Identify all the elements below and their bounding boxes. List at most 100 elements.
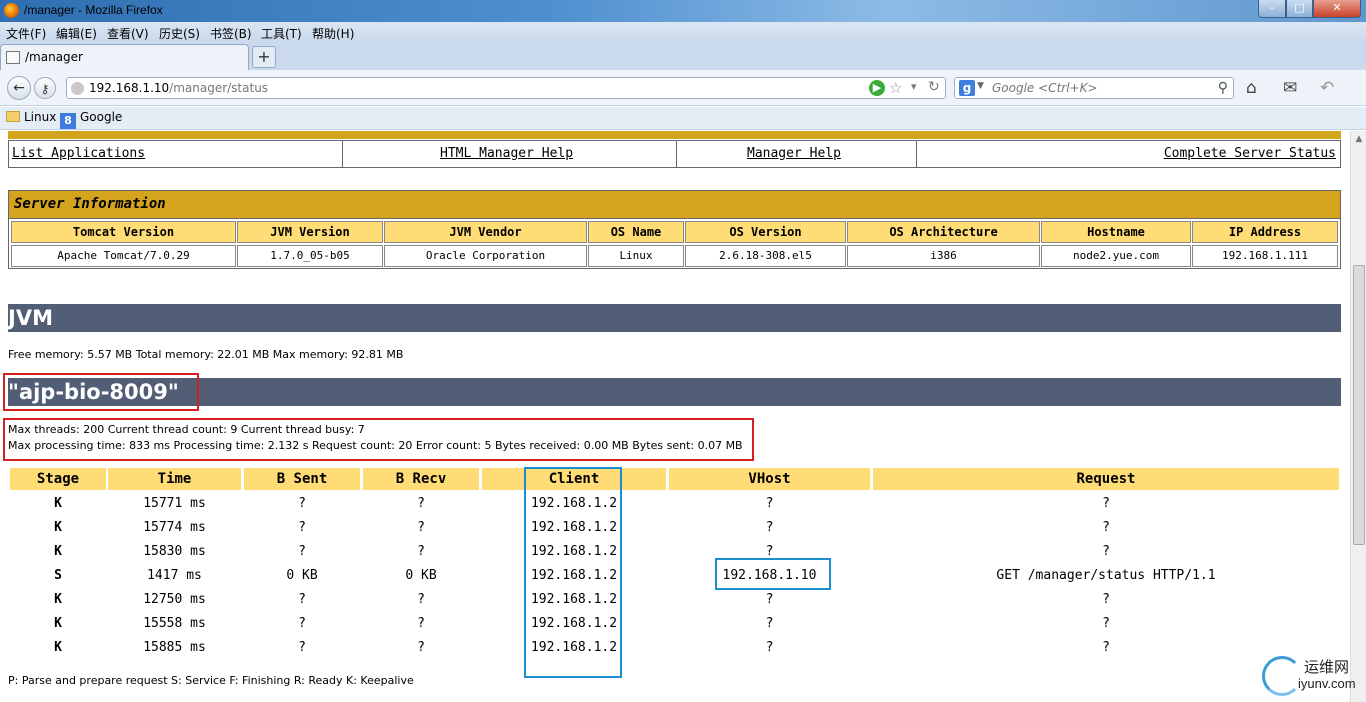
- menu-history[interactable]: 历史(S): [159, 25, 200, 42]
- bookmark-star-icon[interactable]: ☆: [889, 79, 902, 97]
- engine-dropdown-icon[interactable]: ▼: [977, 81, 984, 91]
- cell-b-sent: ?: [298, 496, 306, 511]
- url-host: 192.168.1.10: [89, 81, 170, 95]
- annotation-red-box: [3, 373, 199, 411]
- watermark-cn-text: 运维网: [1304, 658, 1350, 676]
- maximize-button[interactable]: □: [1286, 0, 1313, 18]
- header-stage: Stage: [10, 468, 106, 490]
- search-icon[interactable]: ⚲: [1218, 80, 1228, 96]
- search-placeholder[interactable]: Google <Ctrl+K>: [992, 81, 1098, 95]
- cell-vhost: ?: [765, 616, 774, 631]
- search-bar[interactable]: g ▼ Google <Ctrl+K> ⚲: [954, 77, 1234, 99]
- watermark-logo: 运维网 iyunv.com: [1262, 654, 1366, 702]
- table-row: K 12750 ms?? 192.168.1.2??: [10, 588, 1340, 612]
- cell-b-sent: 0 KB: [286, 568, 318, 583]
- cell-vhost: ?: [765, 640, 774, 655]
- cell-b-recv: ?: [417, 496, 425, 511]
- tab-label: /manager: [25, 50, 83, 64]
- cell-b-sent: ?: [298, 520, 306, 535]
- value-hostname: node2.yue.com: [1041, 245, 1191, 267]
- reload-icon[interactable]: ↻: [928, 79, 940, 95]
- google-icon[interactable]: g: [959, 80, 975, 96]
- table-row: K 15830 ms?? 192.168.1.2??: [10, 540, 1340, 564]
- table-row: K 15885 ms?? 192.168.1.2??: [10, 636, 1340, 660]
- cell-b-sent: ?: [298, 592, 306, 607]
- cell-stage: K: [54, 520, 62, 535]
- stage-legend-text: P: Parse and prepare request S: Service …: [8, 674, 414, 687]
- header-jvm-vendor: JVM Vendor: [384, 221, 587, 243]
- table-row: K 15774 ms?? 192.168.1.2??: [10, 516, 1340, 540]
- nav-cell: Complete Server Status: [917, 141, 1340, 167]
- new-tab-button[interactable]: +: [252, 46, 276, 68]
- tab-manager[interactable]: /manager: [0, 44, 249, 70]
- table-row: S 1417 ms 0 KB 0 KB 192.168.1.2 192.168.1.10 G…: [10, 564, 1340, 588]
- window-title: /manager - Mozilla Firefox: [24, 3, 163, 17]
- firefox-icon: [4, 3, 19, 18]
- cell-request: ?: [1102, 616, 1110, 631]
- navigation-toolbar: ← ⚷ 192.168.1.10/manager/status ▶ ☆ ▾ ↻ …: [0, 70, 1366, 106]
- bookmark-linux[interactable]: Linux: [6, 110, 56, 124]
- tab-bar: /manager +: [0, 42, 1366, 70]
- cell-b-recv: ?: [417, 520, 425, 535]
- cell-b-recv: ?: [417, 640, 425, 655]
- jvm-memory-text: Free memory: 5.57 MB Total memory: 22.01…: [8, 348, 404, 361]
- folder-icon: [6, 111, 20, 122]
- close-button[interactable]: ✕: [1313, 0, 1361, 18]
- header-os-architecture: OS Architecture: [847, 221, 1040, 243]
- html-manager-help-link[interactable]: HTML Manager Help: [440, 146, 573, 161]
- address-bar[interactable]: 192.168.1.10/manager/status ▶ ☆ ▾ ↻: [66, 77, 946, 99]
- manager-nav-table: List Applications HTML Manager Help Mana…: [8, 140, 1341, 168]
- menu-tools[interactable]: 工具(T): [261, 25, 302, 42]
- menu-file[interactable]: 文件(F): [6, 25, 46, 42]
- cell-time: 15558 ms: [143, 616, 206, 631]
- bookmark-google[interactable]: 8 Google: [60, 110, 122, 129]
- page-icon: [6, 51, 20, 64]
- cell-stage: K: [54, 616, 62, 631]
- cell-time: 15885 ms: [143, 640, 206, 655]
- value-os-version: 2.6.18-308.el5: [685, 245, 846, 267]
- cell-time: 15771 ms: [143, 496, 206, 511]
- cell-b-recv: ?: [417, 544, 425, 559]
- server-information-table: Server Information Tomcat Version JVM Ve…: [8, 190, 1341, 269]
- vertical-scrollbar[interactable]: ▲: [1350, 131, 1366, 702]
- menu-edit[interactable]: 编辑(E): [56, 25, 97, 42]
- back-button[interactable]: ←: [7, 76, 31, 100]
- url-path: /manager/status: [169, 81, 269, 95]
- complete-server-status-link[interactable]: Complete Server Status: [1164, 146, 1336, 161]
- menu-bookmarks[interactable]: 书签(B): [210, 25, 252, 42]
- cell-time: 12750 ms: [143, 592, 206, 607]
- mail-icon[interactable]: ✉: [1283, 78, 1297, 98]
- scrollbar-thumb[interactable]: [1353, 265, 1365, 545]
- cell-request: GET /manager/status HTTP/1.1: [996, 568, 1216, 583]
- menu-help[interactable]: 帮助(H): [312, 25, 354, 42]
- undo-icon[interactable]: ↶: [1320, 78, 1334, 98]
- key-icon[interactable]: ⚷: [34, 77, 56, 99]
- header-os-name: OS Name: [588, 221, 684, 243]
- menu-bar: 文件(F) 编辑(E) 查看(V) 历史(S) 书签(B) 工具(T) 帮助(H…: [0, 22, 1366, 42]
- url-text[interactable]: 192.168.1.10/manager/status: [89, 81, 268, 95]
- cell-time: 15774 ms: [143, 520, 206, 535]
- menu-view[interactable]: 查看(V): [107, 25, 149, 42]
- bookmarks-toolbar: Linux 8 Google: [0, 107, 1366, 130]
- scroll-up-icon[interactable]: ▲: [1351, 131, 1366, 147]
- server-information-title: Server Information: [9, 191, 1340, 219]
- cell-b-recv: ?: [417, 616, 425, 631]
- header-os-version: OS Version: [685, 221, 846, 243]
- nav-cell: Manager Help: [677, 141, 917, 167]
- home-icon[interactable]: ⌂: [1246, 78, 1257, 98]
- annotation-blue-box: [715, 558, 831, 590]
- header-tomcat-version: Tomcat Version: [11, 221, 236, 243]
- globe-icon: [71, 82, 84, 95]
- cell-b-sent: ?: [298, 616, 306, 631]
- cell-request: ?: [1102, 496, 1110, 511]
- minimize-button[interactable]: –: [1258, 0, 1286, 18]
- connector-heading: "ajp-bio-8009": [8, 378, 1341, 406]
- cell-b-recv: ?: [417, 592, 425, 607]
- url-dropdown-icon[interactable]: ▾: [911, 80, 917, 93]
- list-applications-link[interactable]: List Applications: [12, 146, 145, 161]
- value-ip-address: 192.168.1.111: [1192, 245, 1338, 267]
- header-jvm-version: JVM Version: [237, 221, 383, 243]
- go-arrow-icon[interactable]: ▶: [869, 80, 885, 96]
- table-row: K 15558 ms?? 192.168.1.2??: [10, 612, 1340, 636]
- manager-help-link[interactable]: Manager Help: [747, 146, 841, 161]
